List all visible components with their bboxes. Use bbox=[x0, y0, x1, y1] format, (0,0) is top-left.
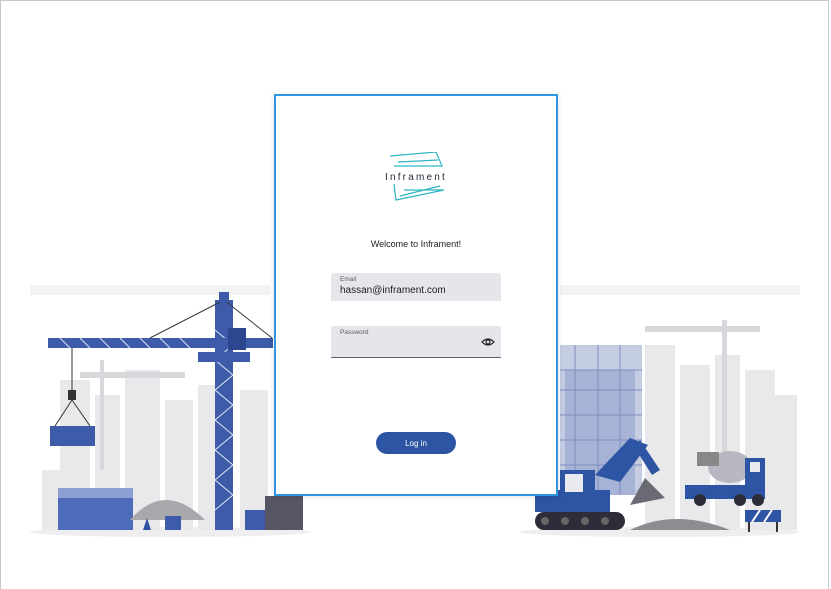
email-input[interactable]: hassan@inframent.com bbox=[340, 285, 492, 297]
login-card: Inframent Welcome to Inframent! Email ha… bbox=[274, 94, 558, 496]
password-field[interactable]: Password bbox=[331, 326, 501, 358]
email-field[interactable]: Email hassan@inframent.com bbox=[331, 273, 501, 301]
brand-name: Inframent bbox=[384, 172, 448, 183]
eye-icon[interactable] bbox=[481, 337, 495, 347]
login-button[interactable]: Log in bbox=[376, 432, 456, 454]
password-label: Password bbox=[340, 329, 369, 336]
welcome-heading: Welcome to Inframent! bbox=[370, 239, 462, 249]
email-label: Email bbox=[340, 276, 357, 283]
